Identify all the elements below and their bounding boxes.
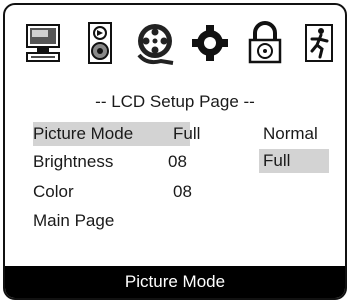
menu-item-label: Color [33, 182, 74, 201]
osd-frame: -- LCD Setup Page -- Picture Mode Full B… [3, 3, 347, 300]
menu-item-label: Picture Mode [33, 124, 134, 143]
menu-item-label: Brightness [33, 152, 114, 171]
icon-bar [5, 21, 345, 71]
option-normal[interactable]: Normal [259, 122, 318, 146]
film-reel-icon[interactable] [135, 21, 175, 67]
gear-icon[interactable] [190, 21, 230, 67]
page-title: -- LCD Setup Page -- [95, 92, 255, 111]
status-bar: Picture Mode [5, 266, 345, 298]
menu-item-value: 08 [168, 152, 187, 171]
option-full[interactable]: Full [259, 149, 329, 173]
menu-item-label: Main Page [33, 211, 115, 230]
lock-icon[interactable] [245, 21, 285, 67]
menu-item-value: 08 [173, 182, 192, 201]
speaker-icon[interactable] [80, 21, 120, 67]
menu-item-value: Full [173, 124, 201, 143]
monitor-icon[interactable] [23, 21, 63, 67]
exit-icon[interactable] [300, 21, 340, 67]
menu-item-picture-mode[interactable]: Picture Mode Full [33, 122, 200, 146]
